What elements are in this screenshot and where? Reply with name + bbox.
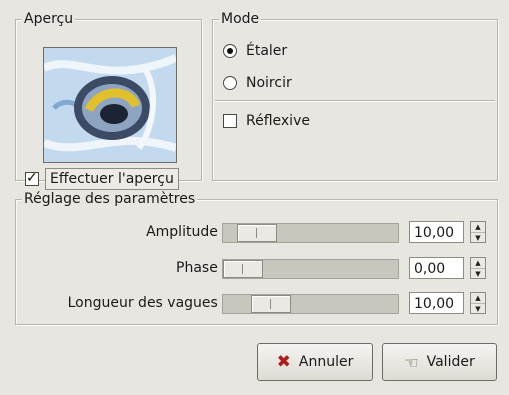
mode-frame: Mode Étaler Noircir Réflexive [212,10,498,181]
mode-option-label[interactable]: Étaler [246,43,287,59]
radio-noircir[interactable] [223,76,237,90]
preview-checkbox[interactable] [25,169,39,187]
params-frame: Réglage des paramètres Amplitude : 10,00… [15,190,498,325]
spin-down-icon[interactable]: ▼ [471,232,485,243]
spin-up-icon[interactable]: ▲ [471,222,485,232]
spin-up-icon[interactable]: ▲ [471,293,485,303]
amplitude-slider[interactable] [222,223,399,243]
preview-title: Aperçu [22,10,76,28]
cancel-label: Annuler [298,354,354,370]
phase-label: Phase : [176,260,227,276]
reflexive-label[interactable]: Réflexive [246,113,310,129]
amplitude-spinner[interactable]: ▲ ▼ [470,221,486,243]
wavelength-label: Longueur des vagues : [67,295,227,311]
reflexive-checkbox[interactable] [223,114,237,128]
mode-option-label[interactable]: Noircir [246,75,292,91]
reflexive-toggle[interactable]: Réflexive [223,113,310,129]
slider-thumb[interactable] [223,260,263,278]
slider-thumb[interactable] [237,224,277,242]
preview-toggle[interactable]: Effectuer l'aperçu [25,168,179,190]
wavelength-slider[interactable] [222,294,399,314]
close-icon: ✖ [276,352,291,372]
radio-etaler[interactable] [223,44,237,58]
preview-check-label[interactable]: Effectuer l'aperçu [45,168,179,190]
mode-option-noircir[interactable]: Noircir [223,75,292,91]
preview-image [43,47,177,163]
wavelength-input[interactable]: 10,00 [409,292,464,314]
spin-up-icon[interactable]: ▲ [471,258,485,268]
wavelength-spinner[interactable]: ▲ ▼ [470,292,486,314]
spin-down-icon[interactable]: ▼ [471,268,485,279]
hand-ok-icon: ☜ [404,352,419,372]
phase-slider[interactable] [222,259,399,279]
preview-frame: Aperçu Effectuer l'aperçu [15,10,202,190]
phase-spinner[interactable]: ▲ ▼ [470,257,486,279]
amplitude-input[interactable]: 10,00 [409,221,464,243]
wave-preview-thumbnail [44,48,176,162]
ok-button[interactable]: ☜ Valider [382,343,497,381]
mode-option-etaler[interactable]: Étaler [223,43,287,59]
mode-title: Mode [219,10,262,28]
slider-thumb[interactable] [251,295,291,313]
ok-label: Valider [426,354,475,370]
cancel-button[interactable]: ✖ Annuler [257,343,373,381]
phase-input[interactable]: 0,00 [409,257,464,279]
mode-divider [215,100,495,102]
spin-down-icon[interactable]: ▼ [471,303,485,314]
amplitude-label: Amplitude : [146,224,227,240]
params-title: Réglage des paramètres [22,190,198,208]
